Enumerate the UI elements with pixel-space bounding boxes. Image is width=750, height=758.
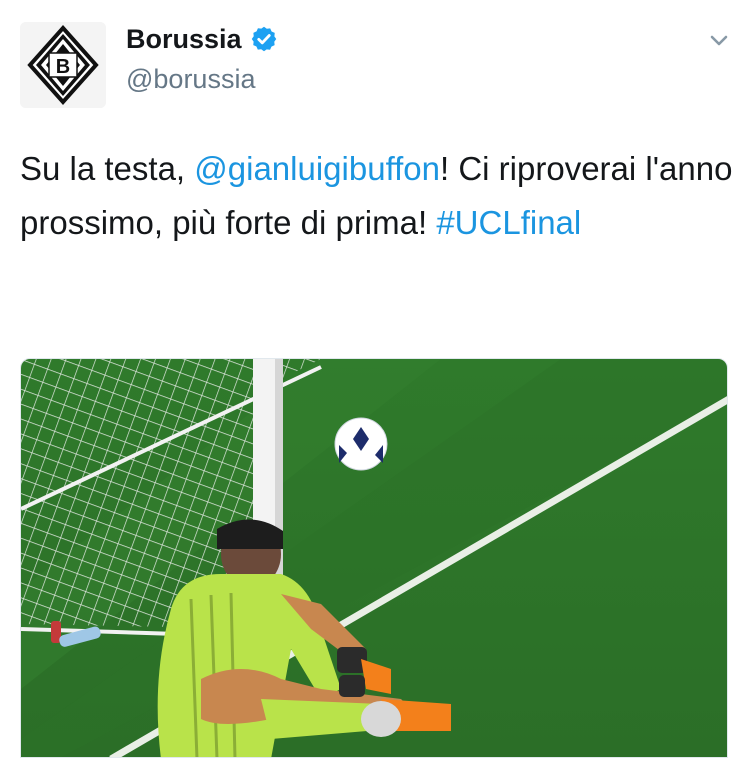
verified-badge-icon — [251, 26, 276, 52]
hashtag-link[interactable]: #UCLfinal — [436, 204, 581, 241]
borussia-logo-icon: B — [20, 22, 106, 108]
logo-letter: B — [56, 56, 70, 78]
tweet-text-start: Su la testa, — [20, 150, 195, 187]
author-name-row: Borussia — [126, 22, 278, 56]
chevron-down-icon[interactable] — [705, 28, 733, 52]
photo-goalkeeper-sitting-icon — [21, 359, 727, 757]
tweet-media-image[interactable] — [20, 358, 728, 758]
avatar[interactable]: B — [20, 22, 106, 108]
tweet-text: Su la testa, @gianluigibuffon! Ci riprov… — [20, 142, 735, 250]
mention-link[interactable]: @gianluigibuffon — [194, 150, 440, 187]
display-name[interactable]: Borussia — [126, 22, 242, 56]
handle[interactable]: @borussia — [126, 62, 255, 96]
